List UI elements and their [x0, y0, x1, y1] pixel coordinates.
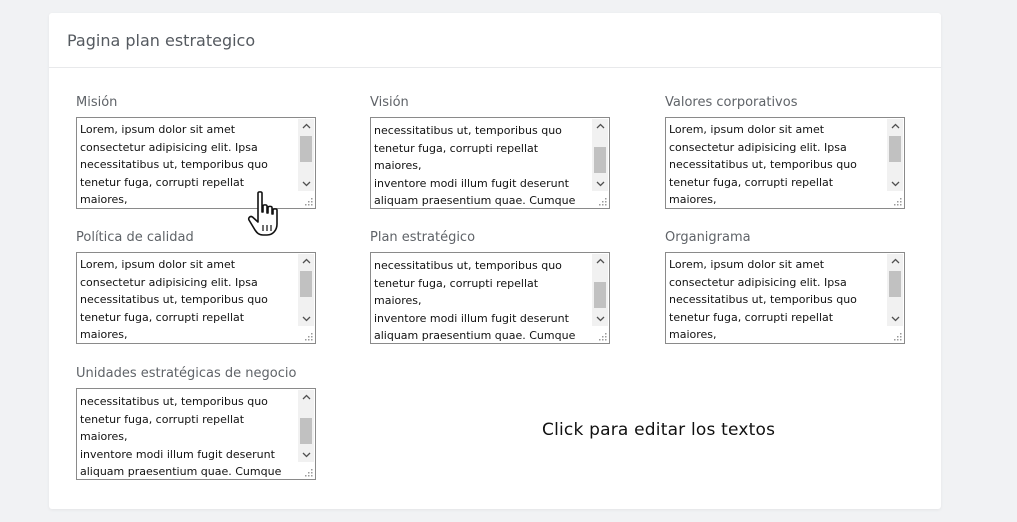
chevron-down-icon[interactable]: [592, 177, 608, 191]
edit-hint-text: Click para editar los textos: [542, 420, 776, 440]
resize-grip-icon[interactable]: [302, 466, 314, 478]
field-unidades: Unidades estratégicas de negocio necessi…: [76, 366, 316, 480]
chevron-up-icon[interactable]: [298, 119, 314, 133]
scrollbar-thumb[interactable]: [594, 147, 606, 173]
scrollbar-thumb[interactable]: [300, 271, 312, 297]
scrollbar-thumb[interactable]: [300, 136, 312, 162]
scrollbar[interactable]: [887, 254, 903, 326]
textarea-organigrama[interactable]: Lorem, ipsum dolor sit amet consectetur …: [665, 252, 905, 344]
textarea-vision[interactable]: necessitatibus ut, temporibus quo tenetu…: [370, 117, 610, 209]
textarea-plan[interactable]: necessitatibus ut, temporibus quo tenetu…: [370, 252, 610, 344]
scrollbar[interactable]: [298, 254, 314, 326]
resize-grip-icon[interactable]: [302, 195, 314, 207]
resize-grip-icon[interactable]: [596, 330, 608, 342]
scrollbar[interactable]: [298, 119, 314, 191]
textarea-text: Lorem, ipsum dolor sit amet consectetur …: [80, 258, 268, 342]
resize-grip-icon[interactable]: [302, 330, 314, 342]
textarea-text: Lorem, ipsum dolor sit amet consectetur …: [669, 123, 857, 207]
field-label: Visión: [370, 95, 409, 110]
textarea-politica[interactable]: Lorem, ipsum dolor sit amet consectetur …: [76, 252, 316, 344]
resize-grip-icon[interactable]: [891, 330, 903, 342]
hand-pointer-icon: [247, 191, 278, 236]
scrollbar-thumb[interactable]: [594, 282, 606, 308]
field-vision: Visión necessitatibus ut, temporibus quo…: [370, 95, 610, 209]
page-title: Pagina plan estrategico: [49, 13, 941, 68]
chevron-down-icon[interactable]: [298, 312, 314, 326]
field-label: Unidades estratégicas de negocio: [76, 366, 297, 381]
chevron-down-icon[interactable]: [887, 312, 903, 326]
scrollbar[interactable]: [887, 119, 903, 191]
field-plan: Plan estratégico necessitatibus ut, temp…: [370, 230, 610, 344]
scrollbar[interactable]: [298, 390, 314, 462]
resize-grip-icon[interactable]: [891, 195, 903, 207]
textarea-valores[interactable]: Lorem, ipsum dolor sit amet consectetur …: [665, 117, 905, 209]
scrollbar-thumb[interactable]: [889, 136, 901, 162]
chevron-up-icon[interactable]: [298, 254, 314, 268]
scrollbar-thumb[interactable]: [300, 418, 312, 444]
chevron-up-icon[interactable]: [592, 254, 608, 268]
field-valores: Valores corporativos Lorem, ipsum dolor …: [665, 95, 905, 209]
field-politica: Política de calidad Lorem, ipsum dolor s…: [76, 230, 316, 344]
chevron-down-icon[interactable]: [298, 177, 314, 191]
chevron-up-icon[interactable]: [887, 119, 903, 133]
chevron-down-icon[interactable]: [298, 448, 314, 462]
chevron-down-icon[interactable]: [592, 312, 608, 326]
chevron-down-icon[interactable]: [887, 177, 903, 191]
textarea-text: necessitatibus ut, temporibus quo tenetu…: [374, 259, 576, 343]
chevron-up-icon[interactable]: [887, 254, 903, 268]
scrollbar[interactable]: [592, 254, 608, 326]
scrollbar[interactable]: [592, 119, 608, 191]
field-label: Misión: [76, 95, 118, 110]
textarea-unidades[interactable]: necessitatibus ut, temporibus quo tenetu…: [76, 388, 316, 480]
field-label: Organigrama: [665, 230, 751, 245]
resize-grip-icon[interactable]: [596, 195, 608, 207]
textarea-text: Lorem, ipsum dolor sit amet consectetur …: [669, 258, 857, 342]
chevron-up-icon[interactable]: [592, 119, 608, 133]
field-label: Plan estratégico: [370, 230, 476, 245]
textarea-text: necessitatibus ut, temporibus quo tenetu…: [80, 395, 282, 479]
field-label: Valores corporativos: [665, 95, 798, 110]
scrollbar-thumb[interactable]: [889, 271, 901, 297]
field-organigrama: Organigrama Lorem, ipsum dolor sit amet …: [665, 230, 905, 344]
textarea-text: necessitatibus ut, temporibus quo tenetu…: [374, 124, 576, 208]
chevron-up-icon[interactable]: [298, 390, 314, 404]
